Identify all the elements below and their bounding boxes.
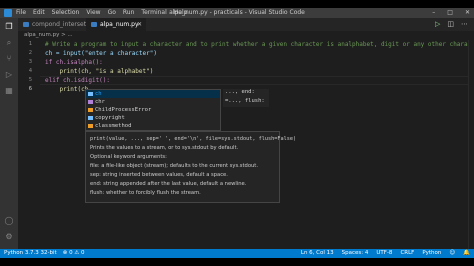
code-line-print-current: print(ch <box>45 86 89 93</box>
search-icon[interactable]: ⌕ <box>4 38 14 48</box>
param-hint-line: =..., flush: <box>225 98 265 104</box>
python-file-icon <box>91 22 97 27</box>
minimize-button[interactable]: – <box>432 8 435 18</box>
editor-actions: ▷ ◫ ⋯ <box>435 18 468 31</box>
notifications-icon[interactable]: 🔔 <box>463 249 470 258</box>
close-window-button[interactable]: ✕ <box>465 8 470 18</box>
settings-gear-icon[interactable]: ⚙ <box>4 232 14 242</box>
vscode-window: alpa_num.py - practicals - Visual Studio… <box>0 0 474 266</box>
run-debug-icon[interactable]: ▷ <box>4 70 14 80</box>
line-number-gutter: 1 2 3 4 5 6 <box>18 40 40 100</box>
menu-terminal[interactable]: Terminal <box>141 8 166 18</box>
problems-count[interactable]: ⊗ 0 ⚠ 0 <box>63 249 85 258</box>
status-bar: Python 3.7.3 32-bit ⊗ 0 ⚠ 0 Ln 6, Col 13… <box>0 249 474 258</box>
line-number: 3 <box>28 59 32 65</box>
language-mode[interactable]: Python <box>422 249 441 258</box>
menu-help[interactable]: Help <box>174 8 188 18</box>
extensions-icon[interactable]: ▦ <box>4 86 14 96</box>
maximize-button[interactable]: □ <box>447 8 453 18</box>
documentation-popup: print(value, ..., sep=' ', end='\n', fil… <box>85 131 297 203</box>
title-bar: alpa_num.py - practicals - Visual Studio… <box>0 8 474 18</box>
window-controls: – □ ✕ <box>432 8 470 18</box>
class-icon <box>88 108 93 112</box>
doc-line: file: a file-like object (stream); defau… <box>90 163 258 169</box>
param-hint-line: ..., end: <box>225 89 255 95</box>
code-line-comment: # Write a program to input a character a… <box>45 41 472 48</box>
doc-line: Prints the values to a stream, or to sys… <box>90 145 239 151</box>
letterbox-top <box>0 0 474 8</box>
suggestion-label: chr <box>95 99 105 105</box>
menu-view[interactable]: View <box>86 8 100 18</box>
class-icon <box>88 124 93 128</box>
suggestion-item[interactable]: ch <box>86 90 220 98</box>
function-icon <box>88 100 93 104</box>
code-line-if: if ch.isalpha(): <box>45 59 103 66</box>
suggestion-item[interactable]: ChildProcessError <box>86 106 220 114</box>
python-interpreter[interactable]: Python 3.7.3 32-bit <box>4 249 57 258</box>
doc-line: sep: string inserted between values, def… <box>90 172 228 178</box>
menu-edit[interactable]: Edit <box>33 8 45 18</box>
editor-scrollbar[interactable] <box>468 40 474 249</box>
encoding[interactable]: UTF-8 <box>376 249 392 258</box>
suggestion-label: ch <box>95 91 102 97</box>
menu-file[interactable]: File <box>16 8 26 18</box>
indentation[interactable]: Spaces: 4 <box>342 249 369 258</box>
tab-label: alpa_num.py <box>100 21 139 28</box>
line-number: 5 <box>28 77 32 83</box>
line-number: 4 <box>28 68 32 74</box>
source-control-icon[interactable]: ⑂ <box>4 54 14 64</box>
menu-selection[interactable]: Selection <box>52 8 80 18</box>
cursor-position[interactable]: Ln 6, Col 13 <box>301 249 334 258</box>
suggestion-label: classmethod <box>95 123 132 129</box>
parameter-hint: ..., end: =..., flush: <box>223 89 269 107</box>
doc-signature: print(value, ..., sep=' ', end='\n', fil… <box>90 136 297 142</box>
variable-icon <box>88 92 93 96</box>
code-line-print-alpha: print(ch, "is a alphabet") <box>45 68 154 75</box>
minimap[interactable] <box>460 40 468 60</box>
code-editor[interactable]: # Write a program to input a character a… <box>45 40 471 96</box>
doc-line: flush: whether to forcibly flush the str… <box>90 190 201 196</box>
suggestion-label: copyright <box>95 115 125 121</box>
close-tab-icon[interactable]: ✕ <box>137 18 142 31</box>
breadcrumb[interactable]: alpa_num.py > ... <box>18 31 73 40</box>
line-endings[interactable]: CRLF <box>400 249 414 258</box>
split-editor-icon[interactable]: ◫ <box>447 18 454 31</box>
tab-compond-interset[interactable]: compond_interset.py <box>18 18 95 31</box>
editor-tabs: compond_interset.py alpa_num.py ✕ ▷ ◫ ⋯ <box>18 18 474 31</box>
suggestion-item[interactable]: copyright <box>86 114 220 122</box>
line-number: 6 <box>28 86 32 92</box>
more-icon[interactable]: ⋯ <box>461 18 468 31</box>
suggestion-label: ChildProcessError <box>95 107 152 113</box>
account-icon[interactable]: ◯ <box>4 216 14 226</box>
menu-run[interactable]: Run <box>123 8 135 18</box>
doc-line: end: string appended after the last valu… <box>90 181 247 187</box>
line-number: 1 <box>28 41 32 47</box>
python-file-icon <box>23 22 29 27</box>
feedback-icon[interactable]: ☺ <box>449 249 455 258</box>
suggestion-item[interactable]: chr <box>86 98 220 106</box>
autocomplete-widget: ch chr ChildProcessError copyright class… <box>85 89 221 131</box>
menu-bar: File Edit Selection View Go Run Terminal… <box>16 8 187 18</box>
suggestion-item[interactable]: classmethod <box>86 122 220 130</box>
letterbox-bottom <box>0 258 474 266</box>
tab-alpa-num[interactable]: alpa_num.py ✕ <box>86 18 146 31</box>
menu-go[interactable]: Go <box>108 8 116 18</box>
doc-line: Optional keyword arguments: <box>90 154 167 160</box>
variable-icon <box>88 116 93 120</box>
explorer-icon[interactable]: ❐ <box>4 22 14 32</box>
code-line-input: ch = input("enter a character") <box>45 50 157 57</box>
activity-bar: ❐ ⌕ ⑂ ▷ ▦ ◯ ⚙ <box>0 18 18 249</box>
code-line-elif: elif ch.isdigit(): <box>45 77 111 84</box>
run-icon[interactable]: ▷ <box>435 18 440 31</box>
line-number: 2 <box>28 50 32 56</box>
